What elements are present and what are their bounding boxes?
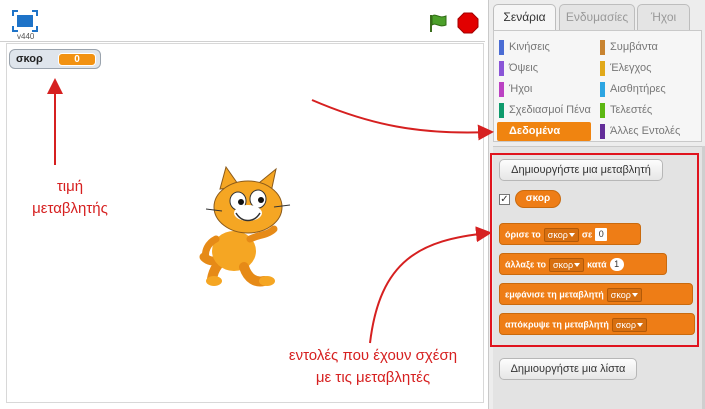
category-label: Όψεις <box>509 62 539 74</box>
variable-blocks-highlight <box>490 153 699 347</box>
variable-monitor[interactable]: σκορ 0 <box>9 49 101 69</box>
category-label: Άλλες Εντολές <box>610 125 681 137</box>
tab-scripts[interactable]: Σενάρια <box>493 4 556 30</box>
category-list: Κινήσεις Όψεις Ήχοι Σχεδιασμοί Πένα Δεδο… <box>493 30 702 142</box>
variable-commands-note-line: εντολές που έχουν σχέση <box>288 347 458 364</box>
category-label: Συμβάντα <box>610 41 658 53</box>
variable-value-note-line: μεταβλητής <box>32 200 108 217</box>
category-label: Σχεδιασμοί Πένα <box>509 104 591 116</box>
category-label: Κινήσεις <box>509 41 550 53</box>
category-color-swatch <box>499 40 504 55</box>
category-sensing[interactable]: Αισθητήρες <box>600 80 700 99</box>
stage-toolbar: v440 <box>0 0 485 42</box>
category-data[interactable]: Δεδομένα <box>497 122 591 141</box>
category-color-swatch <box>499 82 504 97</box>
variable-monitor-value: 0 <box>58 53 96 66</box>
category-operators[interactable]: Τελεστές <box>600 101 700 120</box>
category-color-swatch <box>600 82 605 97</box>
tab-costumes[interactable]: Ενδυμασίες <box>559 4 635 30</box>
category-sound[interactable]: Ήχοι <box>499 80 599 99</box>
category-color-swatch <box>600 103 605 118</box>
category-label: Τελεστές <box>610 104 653 116</box>
tab-sounds[interactable]: Ήχοι <box>637 4 690 30</box>
category-color-swatch <box>499 61 504 76</box>
editor-tabs: Σενάρια Ενδυμασίες Ήχοι <box>489 4 705 30</box>
category-label: Ήχοι <box>509 83 533 95</box>
version-label: v440 <box>17 32 35 41</box>
stage-area: v440 σκορ 0 τιμή μεταβλητής εντολές που … <box>0 0 485 409</box>
variable-value-note-line: τιμή <box>56 178 84 195</box>
category-events[interactable]: Συμβάντα <box>600 38 700 57</box>
category-color-swatch <box>600 61 605 76</box>
category-more-blocks[interactable]: Άλλες Εντολές <box>600 122 700 141</box>
category-color-swatch <box>499 103 504 118</box>
make-list-button[interactable]: Δημιουργήστε μια λίστα <box>499 358 637 380</box>
fullscreen-icon[interactable] <box>12 10 38 32</box>
category-control[interactable]: Έλεγχος <box>600 59 700 78</box>
category-color-swatch <box>600 40 605 55</box>
variable-commands-note-line: με τις μεταβλητές <box>315 369 431 386</box>
category-motion[interactable]: Κινήσεις <box>499 38 599 57</box>
variable-value-note: τιμή μεταβλητής <box>30 176 110 220</box>
variable-monitor-name: σκορ <box>16 53 43 65</box>
category-pen[interactable]: Σχεδιασμοί Πένα <box>499 101 599 120</box>
variable-commands-note: εντολές που έχουν σχέση με τις μεταβλητέ… <box>268 345 478 389</box>
category-label: Αισθητήρες <box>610 83 666 95</box>
stop-icon[interactable] <box>457 12 479 34</box>
category-color-swatch <box>600 124 605 139</box>
category-looks[interactable]: Όψεις <box>499 59 599 78</box>
category-label: Έλεγχος <box>610 62 652 74</box>
green-flag-icon[interactable] <box>427 12 449 34</box>
category-label: Δεδομένα <box>509 125 561 137</box>
scratch-editor: v440 σκορ 0 τιμή μεταβλητής εντολές που … <box>0 0 705 409</box>
